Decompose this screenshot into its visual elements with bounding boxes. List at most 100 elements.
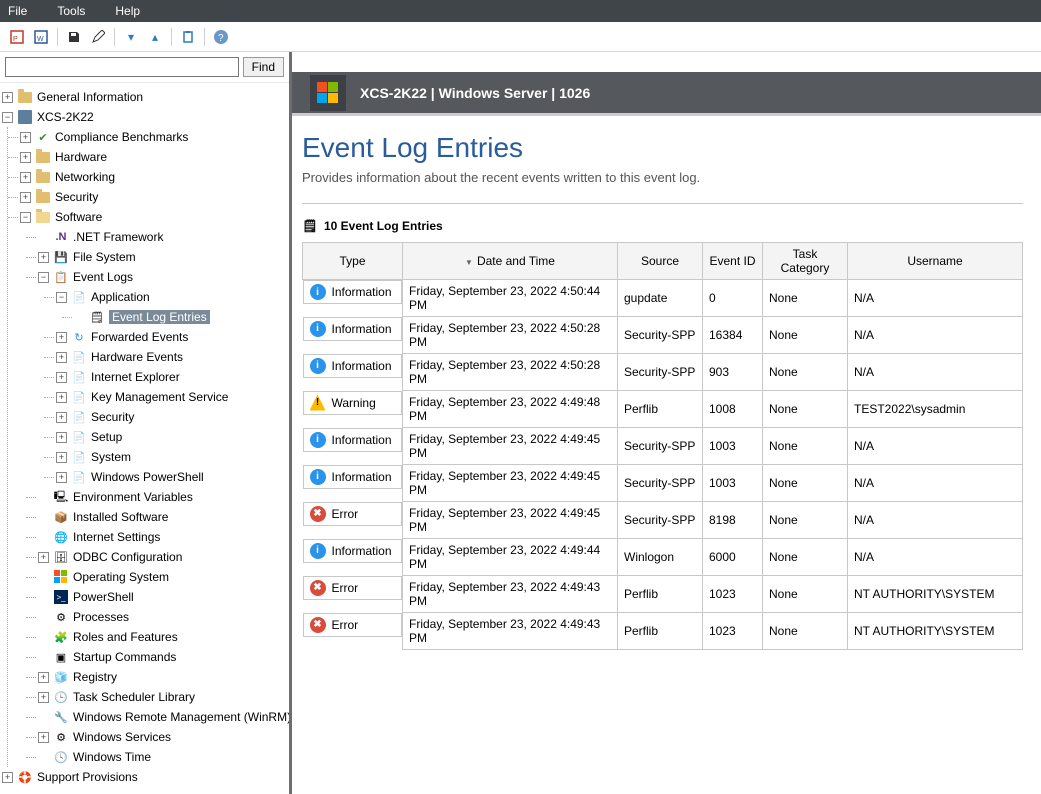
cell-datetime: Friday, September 23, 2022 4:49:48 PM [403, 391, 618, 428]
col-event-id[interactable]: Event ID [703, 243, 763, 280]
cell-source: Security-SPP [618, 428, 703, 465]
tree-env-vars[interactable]: 🖳Environment Variables [38, 487, 287, 507]
error-icon: ✖ [310, 506, 326, 522]
edit-icon[interactable] [87, 26, 109, 48]
windows-logo-icon [310, 75, 346, 111]
table-row[interactable]: iInformationFriday, September 23, 2022 4… [303, 317, 1023, 354]
tree-odbc[interactable]: +🗄ODBC Configuration [38, 547, 287, 567]
col-username[interactable]: Username [848, 243, 1023, 280]
tree-startup[interactable]: ▣Startup Commands [38, 647, 287, 667]
cell-task-category: None [763, 428, 848, 465]
cell-datetime: Friday, September 23, 2022 4:49:45 PM [403, 465, 618, 502]
tree-win-time[interactable]: 🕓Windows Time [38, 747, 287, 767]
cell-type: ✖Error [303, 502, 403, 526]
search-input[interactable] [5, 57, 239, 77]
header-title: XCS-2K22 | Windows Server | 1026 [360, 85, 590, 101]
cell-datetime: Friday, September 23, 2022 4:50:44 PM [403, 280, 618, 317]
cell-type: iInformation [303, 465, 403, 489]
tree-compliance[interactable]: +✔Compliance Benchmarks [20, 127, 287, 147]
tree-forwarded-events[interactable]: +↻Forwarded Events [56, 327, 287, 347]
table-row[interactable]: !WarningFriday, September 23, 2022 4:49:… [303, 391, 1023, 428]
tree-hardware[interactable]: +Hardware [20, 147, 287, 167]
log-icon: 📄 [71, 409, 87, 425]
powershell-icon: >_ [53, 589, 69, 605]
menu-help[interactable]: Help [115, 4, 140, 18]
server-icon [17, 109, 33, 125]
word-export-icon[interactable]: W [30, 26, 52, 48]
cell-event-id: 1003 [703, 465, 763, 502]
col-source[interactable]: Source [618, 243, 703, 280]
tree-general-information[interactable]: +General Information [2, 87, 287, 107]
tree-support[interactable]: +🛟Support Provisions [2, 767, 287, 787]
shield-icon: ✔ [35, 129, 51, 145]
help-icon[interactable]: ? [210, 26, 232, 48]
registry-icon: 🧊 [53, 669, 69, 685]
cell-type: ✖Error [303, 613, 403, 637]
table-row[interactable]: iInformationFriday, September 23, 2022 4… [303, 280, 1023, 317]
tree-kms[interactable]: +📄Key Management Service [56, 387, 287, 407]
pdf-export-icon[interactable]: P [6, 26, 28, 48]
table-row[interactable]: iInformationFriday, September 23, 2022 4… [303, 354, 1023, 391]
tree-task-scheduler[interactable]: +🕒Task Scheduler Library [38, 687, 287, 707]
tree-application[interactable]: −📄Application [56, 287, 287, 307]
tree-processes[interactable]: ⚙Processes [38, 607, 287, 627]
info-icon: i [310, 284, 326, 300]
cell-source: Security-SPP [618, 354, 703, 391]
tree-setup[interactable]: +📄Setup [56, 427, 287, 447]
tree-software[interactable]: −Software [20, 207, 287, 227]
tree-networking[interactable]: +Networking [20, 167, 287, 187]
folder-icon [35, 169, 51, 185]
cell-event-id: 1008 [703, 391, 763, 428]
tree-hardware-events[interactable]: +📄Hardware Events [56, 347, 287, 367]
menu-file[interactable]: File [8, 4, 27, 18]
tree-net-framework[interactable]: .N.NET Framework [38, 227, 287, 247]
tree-internet-settings[interactable]: 🌐Internet Settings [38, 527, 287, 547]
save-icon[interactable] [63, 26, 85, 48]
log-icon: 📄 [71, 389, 87, 405]
tree-win-services[interactable]: +⚙Windows Services [38, 727, 287, 747]
table-row[interactable]: ✖ErrorFriday, September 23, 2022 4:49:43… [303, 613, 1023, 650]
find-button[interactable]: Find [243, 57, 284, 77]
tree-event-logs[interactable]: −📋Event Logs [38, 267, 287, 287]
clipboard-icon[interactable] [177, 26, 199, 48]
tree-ie[interactable]: +📄Internet Explorer [56, 367, 287, 387]
cell-datetime: Friday, September 23, 2022 4:50:28 PM [403, 354, 618, 391]
table-row[interactable]: ✖ErrorFriday, September 23, 2022 4:49:43… [303, 576, 1023, 613]
tree-file-system[interactable]: +💾File System [38, 247, 287, 267]
chevron-down-icon[interactable]: ▾ [120, 26, 142, 48]
tree-roles[interactable]: 🧩Roles and Features [38, 627, 287, 647]
installer-icon: 📦 [53, 509, 69, 525]
tree-system[interactable]: +📄System [56, 447, 287, 467]
support-icon: 🛟 [17, 769, 33, 785]
tree-server[interactable]: −XCS-2K22 [2, 107, 287, 127]
tree-ev-security[interactable]: +📄Security [56, 407, 287, 427]
svg-text:P: P [13, 36, 18, 43]
tree-winrm[interactable]: 🔧Windows Remote Management (WinRM) [38, 707, 287, 727]
winrm-icon: 🔧 [53, 709, 69, 725]
cell-event-id: 1023 [703, 576, 763, 613]
console-icon: ▣ [53, 649, 69, 665]
env-icon: 🖳 [53, 489, 69, 505]
toolbar-separator [114, 28, 115, 46]
tree-event-log-entries[interactable]: 🗒Event Log Entries [74, 307, 287, 327]
cell-username: N/A [848, 317, 1023, 354]
menu-tools[interactable]: Tools [57, 4, 85, 18]
col-datetime[interactable]: ▼Date and Time [403, 243, 618, 280]
tree-registry[interactable]: +🧊Registry [38, 667, 287, 687]
tree-security[interactable]: +Security [20, 187, 287, 207]
tree-os[interactable]: Operating System [38, 567, 287, 587]
page-header: XCS-2K22 | Windows Server | 1026 [292, 72, 1041, 116]
tree-installed-sw[interactable]: 📦Installed Software [38, 507, 287, 527]
table-row[interactable]: iInformationFriday, September 23, 2022 4… [303, 465, 1023, 502]
chevron-up-icon[interactable]: ▴ [144, 26, 166, 48]
tree-win-ps[interactable]: +📄Windows PowerShell [56, 467, 287, 487]
cell-source: gupdate [618, 280, 703, 317]
table-row[interactable]: iInformationFriday, September 23, 2022 4… [303, 428, 1023, 465]
col-type[interactable]: Type [303, 243, 403, 280]
tree-powershell[interactable]: >_PowerShell [38, 587, 287, 607]
table-row[interactable]: iInformationFriday, September 23, 2022 4… [303, 539, 1023, 576]
log-icon: 📋 [53, 269, 69, 285]
table-row[interactable]: ✖ErrorFriday, September 23, 2022 4:49:45… [303, 502, 1023, 539]
col-task-cat[interactable]: Task Category [763, 243, 848, 280]
cell-type: iInformation [303, 354, 403, 378]
